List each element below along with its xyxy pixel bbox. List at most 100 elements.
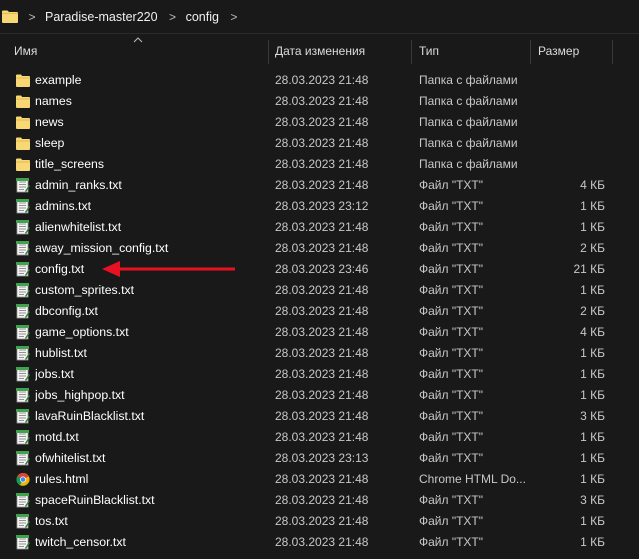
file-row[interactable]: admins.txt 28.03.2023 23:12 Файл "TXT" 1 КБ [0,196,639,217]
file-row[interactable]: away_mission_config.txt 28.03.2023 21:48 Ф… [0,238,639,259]
file-name: spaceRuinBlacklist.txt [35,493,155,507]
file-name: ofwhitelist.txt [35,451,106,465]
file-type: Файл "TXT" [419,514,484,528]
text-file-icon [16,514,30,529]
file-name: example [35,73,82,87]
file-date: 28.03.2023 21:48 [275,346,369,360]
file-row[interactable]: custom_sprites.txt 28.03.2023 21:48 Файл "… [0,280,639,301]
file-date: 28.03.2023 21:48 [275,472,369,486]
file-row[interactable]: twitch_censor.txt 28.03.2023 21:48 Файл "T… [0,532,639,553]
folder-row[interactable]: sleep 28.03.2023 21:48 Папка с файлами [0,133,639,154]
text-file-icon [16,241,30,256]
file-date: 28.03.2023 23:12 [275,199,369,213]
file-row[interactable]: jobs.txt 28.03.2023 21:48 Файл "TXT" 1 КБ [0,364,639,385]
address-bar[interactable]: > Paradise-master220 > config > [0,0,639,34]
text-file-icon [16,367,30,382]
file-type: Файл "TXT" [419,220,484,234]
file-size: 4 КБ [580,178,605,192]
file-size: 1 КБ [580,283,605,297]
file-type: Chrome HTML Do... [419,472,526,486]
file-row[interactable]: ofwhitelist.txt 28.03.2023 23:13 Файл "TXT… [0,448,639,469]
file-size [536,91,605,112]
file-size: 3 КБ [580,493,605,507]
file-date: 28.03.2023 21:48 [275,493,369,507]
column-header-type[interactable]: Тип [414,34,530,68]
folder-row[interactable]: news 28.03.2023 21:48 Папка с файлами [0,112,639,133]
folder-row[interactable]: names 28.03.2023 21:48 Папка с файлами [0,91,639,112]
file-date: 28.03.2023 21:48 [275,73,369,87]
chevron-right-icon[interactable]: > [25,10,39,24]
file-type: Файл "TXT" [419,241,484,255]
folder-icon [16,73,30,88]
chrome-html-icon [16,472,30,487]
file-date: 28.03.2023 23:46 [275,262,369,276]
file-name: hublist.txt [35,346,87,360]
text-file-icon [16,451,30,466]
text-file-icon [16,178,30,193]
text-file-icon [16,283,30,298]
folder-row[interactable]: example 28.03.2023 21:48 Папка с файлами [0,70,639,91]
file-row[interactable]: config.txt 28.03.2023 23:46 Файл "TXT" 21 К… [0,259,639,280]
file-name: alienwhitelist.txt [35,220,122,234]
file-row[interactable]: spaceRuinBlacklist.txt 28.03.2023 21:48 Фа… [0,490,639,511]
file-row[interactable]: lavaRuinBlacklist.txt 28.03.2023 21:48 Фай… [0,406,639,427]
file-size: 21 КБ [573,262,605,276]
text-file-icon [16,325,30,340]
column-divider[interactable] [530,40,531,64]
file-date: 28.03.2023 21:48 [275,367,369,381]
file-type: Файл "TXT" [419,493,484,507]
file-name: away_mission_config.txt [35,241,169,255]
chevron-right-icon[interactable]: > [227,10,241,24]
file-name: motd.txt [35,430,79,444]
file-row[interactable]: rules.html 28.03.2023 21:48 Chrome HTML Do… [0,469,639,490]
file-date: 28.03.2023 21:48 [275,409,369,423]
file-name: admin_ranks.txt [35,178,122,192]
file-row[interactable]: admin_ranks.txt 28.03.2023 21:48 Файл "TXT… [0,175,639,196]
file-name: title_screens [35,157,105,171]
file-size [536,133,605,154]
column-header-size[interactable]: Размер [533,34,613,68]
file-type: Файл "TXT" [419,304,484,318]
file-name: rules.html [35,472,89,486]
text-file-icon [16,535,30,550]
column-header-row: Имя Дата изменения Тип Размер [0,34,639,68]
text-file-icon [16,304,30,319]
folder-row[interactable]: title_screens 28.03.2023 21:48 Папка с фай… [0,154,639,175]
file-size: 1 КБ [580,388,605,402]
file-type: Файл "TXT" [419,262,484,276]
column-divider[interactable] [268,40,269,64]
file-row[interactable]: jobs_highpop.txt 28.03.2023 21:48 Файл "TX… [0,385,639,406]
file-name: custom_sprites.txt [35,283,135,297]
file-row[interactable]: alienwhitelist.txt 28.03.2023 21:48 Файл "… [0,217,639,238]
file-size: 2 КБ [580,304,605,318]
file-size: 2 КБ [580,241,605,255]
folder-icon [2,10,18,23]
file-row[interactable]: dbconfig.txt 28.03.2023 21:48 Файл "TXT" 2 … [0,301,639,322]
column-divider[interactable] [612,40,613,64]
file-type: Файл "TXT" [419,451,484,465]
file-type: Файл "TXT" [419,430,484,444]
text-file-icon [16,346,30,361]
file-row[interactable]: hublist.txt 28.03.2023 21:48 Файл "TXT" 1 К… [0,343,639,364]
breadcrumb-item-current[interactable]: config [186,10,219,24]
file-name: sleep [35,136,65,150]
file-name: news [35,115,64,129]
file-row[interactable]: game_options.txt 28.03.2023 21:48 Файл "TX… [0,322,639,343]
column-divider[interactable] [411,40,412,64]
chevron-right-icon[interactable]: > [166,10,180,24]
file-type: Файл "TXT" [419,325,484,339]
file-row[interactable]: tos.txt 28.03.2023 21:48 Файл "TXT" 1 КБ [0,511,639,532]
column-header-date[interactable]: Дата изменения [270,34,410,68]
file-type: Файл "TXT" [419,367,484,381]
file-row[interactable]: motd.txt 28.03.2023 21:48 Файл "TXT" 1 КБ [0,427,639,448]
file-name: dbconfig.txt [35,304,98,318]
file-size: 1 КБ [580,220,605,234]
file-date: 28.03.2023 21:48 [275,115,369,129]
file-size: 1 КБ [580,367,605,381]
file-name: jobs.txt [35,367,74,381]
breadcrumb-item-parent[interactable]: Paradise-master220 [45,10,158,24]
file-size: 1 КБ [580,199,605,213]
file-size: 1 КБ [580,535,605,549]
file-type: Папка с файлами [419,115,518,129]
file-type: Файл "TXT" [419,388,484,402]
